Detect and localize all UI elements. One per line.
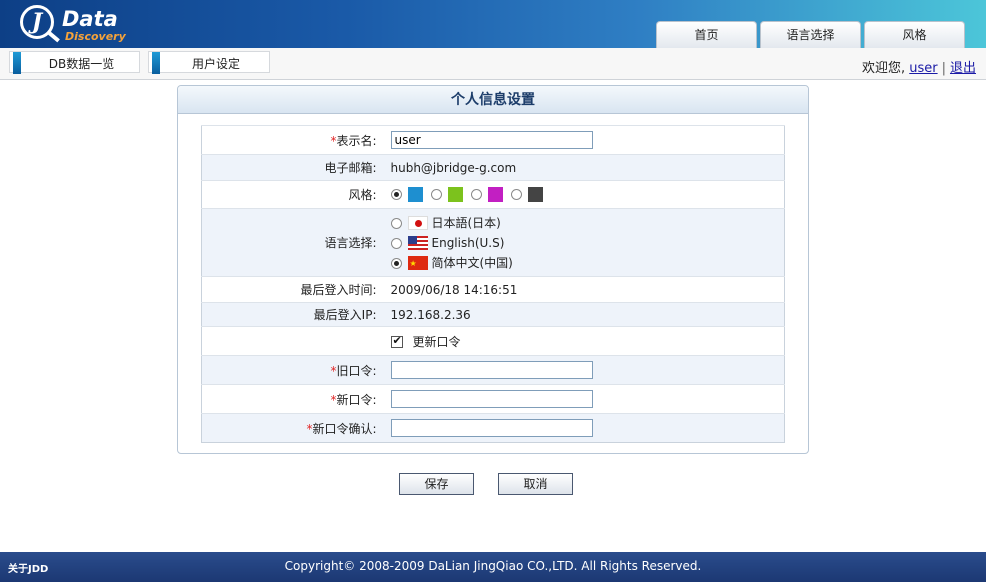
user-link[interactable]: user [909, 61, 937, 76]
style-radio-dark[interactable] [510, 189, 522, 200]
last-login-ip-label: 最后登入IP: [201, 302, 385, 327]
app-logo[interactable]: J Data Discovery [18, 3, 128, 45]
subtab-user-settings[interactable]: 用户设定 [148, 51, 270, 74]
language-label-ja: 日本語(日本) [431, 215, 501, 230]
japan-flag-icon [407, 216, 428, 230]
panel-title: 个人信息设置 [178, 86, 808, 114]
row-update-password: 更新口令 [201, 326, 785, 356]
row-last-login-time: 最后登入时间: 2009/06/18 14:16:51 [201, 276, 785, 303]
row-email: 电子邮箱: hubh@jbridge-g.com [201, 154, 785, 181]
settings-panel: 个人信息设置 *表示名: 电子邮箱: hubh@jbridge-g.com 风格… [177, 85, 809, 454]
user-box: 欢迎您, user | 退出 [862, 57, 976, 76]
style-radio-blue[interactable] [390, 189, 402, 200]
language-label: 语言选择: [201, 208, 385, 277]
language-option-ja[interactable]: 日本語(日本) [390, 213, 785, 233]
display-name-input[interactable] [390, 131, 593, 149]
style-swatch-blue [407, 187, 423, 202]
magnifier-icon [48, 31, 60, 43]
language-label-zh: 简体中文(中国) [431, 255, 513, 270]
tab-language[interactable]: 语言选择 [760, 21, 861, 48]
tab-style[interactable]: 风格 [864, 21, 965, 48]
settings-form: *表示名: 电子邮箱: hubh@jbridge-g.com 风格: 语言选择:… [201, 125, 785, 443]
sub-nav: DB数据一览 用户设定 欢迎您, user | 退出 [0, 48, 986, 80]
new-password-input[interactable] [390, 390, 593, 408]
app-header: J Data Discovery 首页 语言选择 风格 [0, 0, 986, 48]
style-radio-purple[interactable] [470, 189, 482, 200]
tab-home[interactable]: 首页 [656, 21, 757, 48]
row-language: 语言选择: 日本語(日本) English(U.S) 简体中文(中国) [201, 208, 785, 277]
update-password-checkbox[interactable] [390, 334, 403, 348]
subtab-label: 用户设定 [191, 57, 240, 71]
logout-link[interactable]: 退出 [950, 61, 976, 76]
save-button[interactable]: 保存 [399, 473, 474, 495]
last-login-ip-value: 192.168.2.36 [384, 302, 785, 327]
language-label-en: English(U.S) [431, 235, 505, 250]
row-new-password: *新口令: [201, 384, 785, 414]
language-radio[interactable] [390, 257, 402, 269]
row-old-password: *旧口令: [201, 355, 785, 385]
email-value: hubh@jbridge-g.com [384, 154, 785, 181]
row-confirm-password: *新口令确认: [201, 413, 785, 443]
separator: | [941, 61, 946, 76]
old-password-label: 旧口令: [336, 363, 377, 378]
confirm-password-input[interactable] [390, 419, 593, 437]
language-options: 日本語(日本) English(U.S) 简体中文(中国) [384, 208, 785, 277]
row-style: 风格: [201, 180, 785, 209]
confirm-password-label: 新口令确认: [312, 421, 377, 436]
welcome-text: 欢迎您, [861, 61, 906, 76]
top-nav: 首页 语言选择 风格 [656, 21, 965, 48]
subtab-label: DB数据一览 [48, 57, 115, 71]
style-label: 风格: [201, 180, 385, 209]
language-radio[interactable] [390, 217, 402, 229]
app-footer: 关于JDD Copyright© 2008-2009 DaLian JingQi… [0, 552, 986, 582]
row-display-name: *表示名: [201, 125, 785, 155]
cancel-button[interactable]: 取消 [498, 473, 573, 495]
style-swatch-purple [487, 187, 503, 202]
language-option-zh[interactable]: 简体中文(中国) [390, 253, 785, 274]
style-swatch-dark [527, 187, 543, 202]
logo-word: Data [62, 7, 118, 31]
language-radio[interactable] [390, 237, 402, 249]
new-password-label: 新口令: [336, 392, 377, 407]
china-flag-icon [407, 254, 428, 274]
subtab-db-list[interactable]: DB数据一览 [9, 51, 140, 74]
us-flag-icon [407, 236, 428, 250]
last-login-time-label: 最后登入时间: [201, 276, 385, 303]
last-login-time-value: 2009/06/18 14:16:51 [384, 276, 785, 303]
tab-marker-icon [13, 52, 21, 74]
email-label: 电子邮箱: [201, 154, 385, 181]
copyright-text: Copyright© 2008-2009 DaLian JingQiao CO.… [284, 559, 702, 573]
row-last-login-ip: 最后登入IP: 192.168.2.36 [201, 302, 785, 327]
style-swatch-green [447, 187, 463, 202]
tab-marker-icon [152, 52, 160, 74]
style-options [384, 180, 785, 209]
logo-subword: Discovery [65, 30, 126, 43]
style-radio-green[interactable] [430, 189, 442, 200]
old-password-input[interactable] [390, 361, 593, 379]
display-name-label: 表示名: [336, 133, 377, 148]
language-option-en[interactable]: English(U.S) [390, 233, 785, 253]
update-password-label: 更新口令 [412, 334, 461, 349]
